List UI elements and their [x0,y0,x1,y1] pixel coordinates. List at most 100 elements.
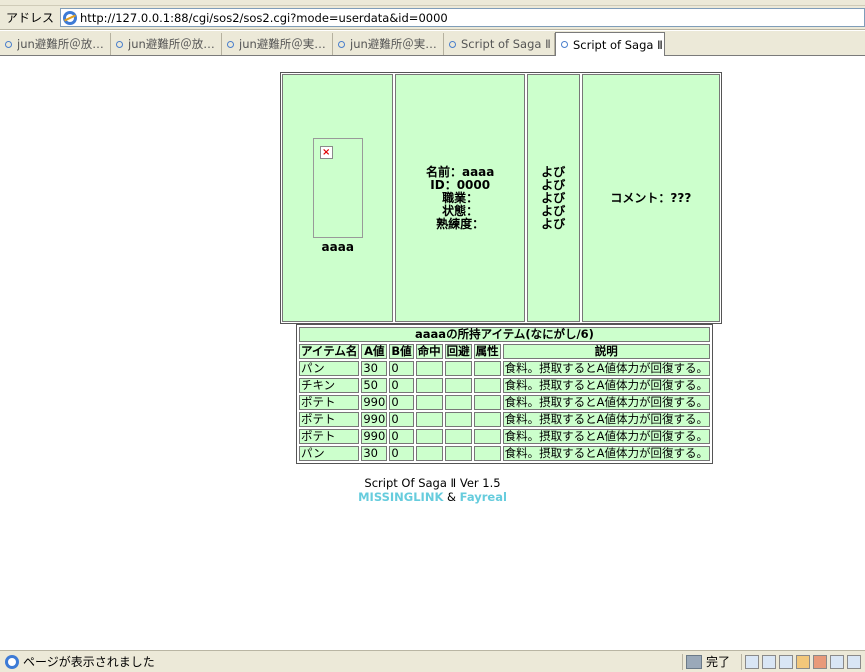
cell-evasion [444,378,472,393]
tab-page-icon [116,40,123,48]
table-row: チキン 50 0 食料。摂取するとA値体力が回復する。 [299,378,710,393]
fayreal-link[interactable]: Fayreal [460,490,507,504]
flag-icon[interactable] [813,654,827,669]
ie-page-icon [63,10,78,25]
network-icon [685,654,702,669]
cell-evasion [444,446,472,461]
info-id: ID：0000 [430,177,491,192]
avatar-name: aaaa [321,240,354,254]
tab-page-icon [561,41,568,48]
cell-b-value: 0 [389,446,414,461]
tab-4[interactable]: jun避難所＠実… [333,33,444,55]
table-row: ポテト 990 0 食料。摂取するとA値体力が回復する。 [299,412,710,427]
cell-hit [415,395,443,410]
credits-amp: & [447,490,456,504]
missinglink-link[interactable]: MISSINGLINK [358,490,443,504]
broken-image-icon: × [319,146,333,159]
comment-text: コメント：??? [610,190,692,205]
info-cell: 名前：aaaa ID：0000 職業： 状態： 熟練度： [395,74,525,322]
cell-attribute [473,412,501,427]
header-description: 説明 [502,344,710,359]
yobi-line: よび [541,190,566,205]
cell-a-value: 30 [361,361,388,376]
avatar-cell: × aaaa [282,74,394,322]
tab-5[interactable]: Script of Saga Ⅱ [444,33,555,55]
zone-icon[interactable] [847,654,861,669]
address-bar: アドレス http://127.0.0.1:88/cgi/sos2/sos2.c… [0,6,865,30]
table-row: パン 30 0 食料。摂取するとA値体力が回復する。 [299,361,710,376]
yobi-line: よび [541,177,566,192]
header-b-value: B値 [389,344,414,359]
tab-1[interactable]: jun避難所＠放… [0,33,111,55]
avatar-image: × [312,138,363,238]
cell-a-value: 990 [361,412,388,427]
cell-evasion [444,429,472,444]
address-label: アドレス [6,11,55,25]
cell-item-name: パン [299,446,360,461]
header-attribute: 属性 [473,344,501,359]
info-job: 職業： [442,190,479,205]
address-url[interactable]: http://127.0.0.1:88/cgi/sos2/sos2.cgi?mo… [80,11,448,25]
lock-icon[interactable] [796,654,810,669]
status-tray [745,654,865,669]
cell-hit [415,378,443,393]
page-footer: Script Of Saga Ⅱ Ver 1.5 MISSINGLINK & F… [0,476,865,504]
tab-page-icon [227,40,234,48]
items-header-row: アイテム名 A値 B値 命中 回避 属性 説明 [299,344,710,359]
cell-hit [415,361,443,376]
cell-a-value: 50 [361,378,388,393]
profile-table: × aaaa 名前：aaaa ID：0000 職業： 状態： 熟練度： よび よ… [280,72,722,324]
cell-description: 食料。摂取するとA値体力が回復する。 [502,429,710,444]
tab-bar: jun避難所＠放… jun避難所＠放… jun避難所＠実… jun避難所＠実… … [0,31,865,56]
yobi-line: よび [541,216,566,231]
cell-item-name: ポテト [299,395,360,410]
credits: MISSINGLINK & Fayreal [0,490,865,504]
address-field[interactable]: http://127.0.0.1:88/cgi/sos2/sos2.cgi?mo… [60,8,865,27]
header-evasion: 回避 [444,344,472,359]
cell-b-value: 0 [389,412,414,427]
page-icon[interactable] [762,654,776,669]
cell-b-value: 0 [389,429,414,444]
security-icon[interactable] [745,654,759,669]
tab-label: jun避難所＠放… [17,37,104,51]
cell-evasion [444,412,472,427]
tab-2[interactable]: jun避難所＠放… [111,33,222,55]
cell-description: 食料。摂取するとA値体力が回復する。 [502,412,710,427]
yobi-line: よび [541,164,566,179]
cell-item-name: ポテト [299,412,360,427]
comment-cell: コメント：??? [581,74,721,322]
cell-a-value: 30 [361,446,388,461]
cell-description: 食料。摂取するとA値体力が回復する。 [502,378,710,393]
cell-item-name: パン [299,361,360,376]
status-divider [741,653,742,670]
cell-item-name: ポテト [299,429,360,444]
tab-3[interactable]: jun避難所＠実… [222,33,333,55]
info-status: 状態： [442,203,479,218]
cell-b-value: 0 [389,378,414,393]
yobi-line: よび [541,203,566,218]
mail-icon[interactable] [779,654,793,669]
tab-6-active[interactable]: Script of Saga Ⅱ [555,32,665,56]
header-hit: 命中 [415,344,443,359]
version-text: Script Of Saga Ⅱ Ver 1.5 [364,476,501,490]
info-name: 名前：aaaa [425,164,495,179]
cell-hit [415,412,443,427]
items-table: aaaaの所持アイテム(なにがし/6) アイテム名 A値 B値 命中 回避 属性… [296,324,713,464]
cell-evasion [444,395,472,410]
addon-icon[interactable] [830,654,844,669]
yobi-cell: よび よび よび よび よび [526,74,580,322]
cell-description: 食料。摂取するとA値体力が回復する。 [502,395,710,410]
cell-attribute [473,395,501,410]
cell-attribute [473,429,501,444]
tab-label: jun避難所＠放… [128,37,215,51]
ie-status-icon [5,654,19,669]
cell-a-value: 990 [361,395,388,410]
header-a-value: A値 [361,344,388,359]
cell-a-value: 990 [361,429,388,444]
status-bar: ページが表示されました 完了 [0,650,865,672]
cell-attribute [473,361,501,376]
status-done: 完了 [705,655,730,669]
header-item-name: アイテム名 [299,344,360,359]
tab-page-icon [5,40,12,48]
info-skill: 熟練度： [436,216,485,231]
